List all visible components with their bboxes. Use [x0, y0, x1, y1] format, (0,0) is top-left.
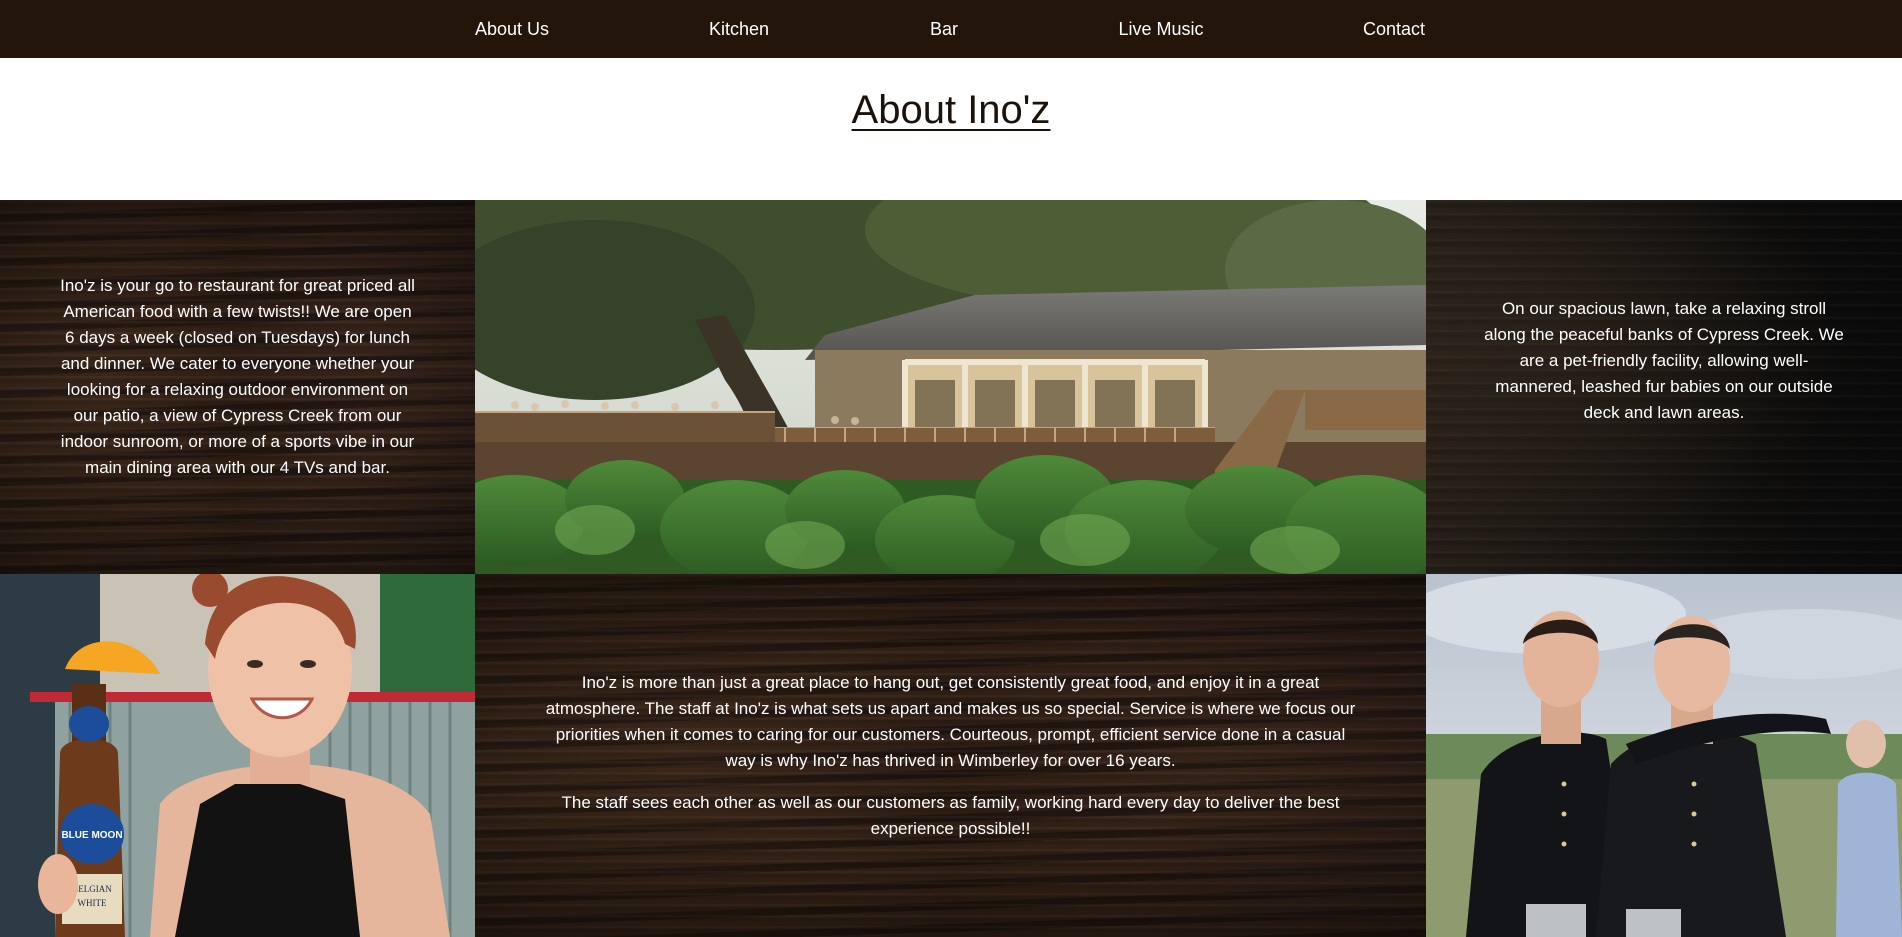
beer-label-line-1: BELGIAN	[72, 884, 112, 894]
nav-link-contact[interactable]: Contact	[1363, 0, 1425, 58]
nav-link-live-music[interactable]: Live Music	[1118, 0, 1203, 58]
beer-label-brand: BLUE MOON	[61, 830, 122, 841]
restaurant-illustration	[475, 200, 1426, 574]
about-grid: Ino'z is your go to restaurant for great…	[0, 200, 1902, 937]
restaurant-photo	[475, 200, 1426, 574]
intro-text: Ino'z is your go to restaurant for great…	[60, 276, 415, 477]
staff-paragraph-1: Ino'z is more than just a great place to…	[545, 672, 1356, 770]
nav-link-bar[interactable]: Bar	[930, 0, 958, 58]
page-title: About Ino'z	[851, 88, 1051, 132]
staff-illustration	[1426, 574, 1902, 937]
staff-paragraph-2: The staff sees each other as well as our…	[561, 792, 1340, 838]
server-with-beer-photo: BLUE MOON BELGIAN WHITE	[0, 574, 475, 937]
lawn-text-panel: On our spacious lawn, take a relaxing st…	[1426, 200, 1902, 574]
server-with-beer-illustration: BLUE MOON BELGIAN WHITE	[0, 574, 475, 937]
staff-text-panel: Ino'z is more than just a great place to…	[475, 574, 1426, 937]
staff-text-block: Ino'z is more than just a great place to…	[545, 670, 1357, 842]
nav-link-kitchen[interactable]: Kitchen	[709, 0, 769, 58]
beer-label-line-2: WHITE	[78, 898, 107, 908]
lawn-text: On our spacious lawn, take a relaxing st…	[1484, 299, 1844, 422]
staff-photo	[1426, 574, 1902, 937]
top-navigation: About Us Kitchen Bar Live Music Contact	[0, 0, 1902, 58]
nav-link-about-us[interactable]: About Us	[475, 0, 549, 58]
intro-text-panel: Ino'z is your go to restaurant for great…	[0, 200, 475, 574]
